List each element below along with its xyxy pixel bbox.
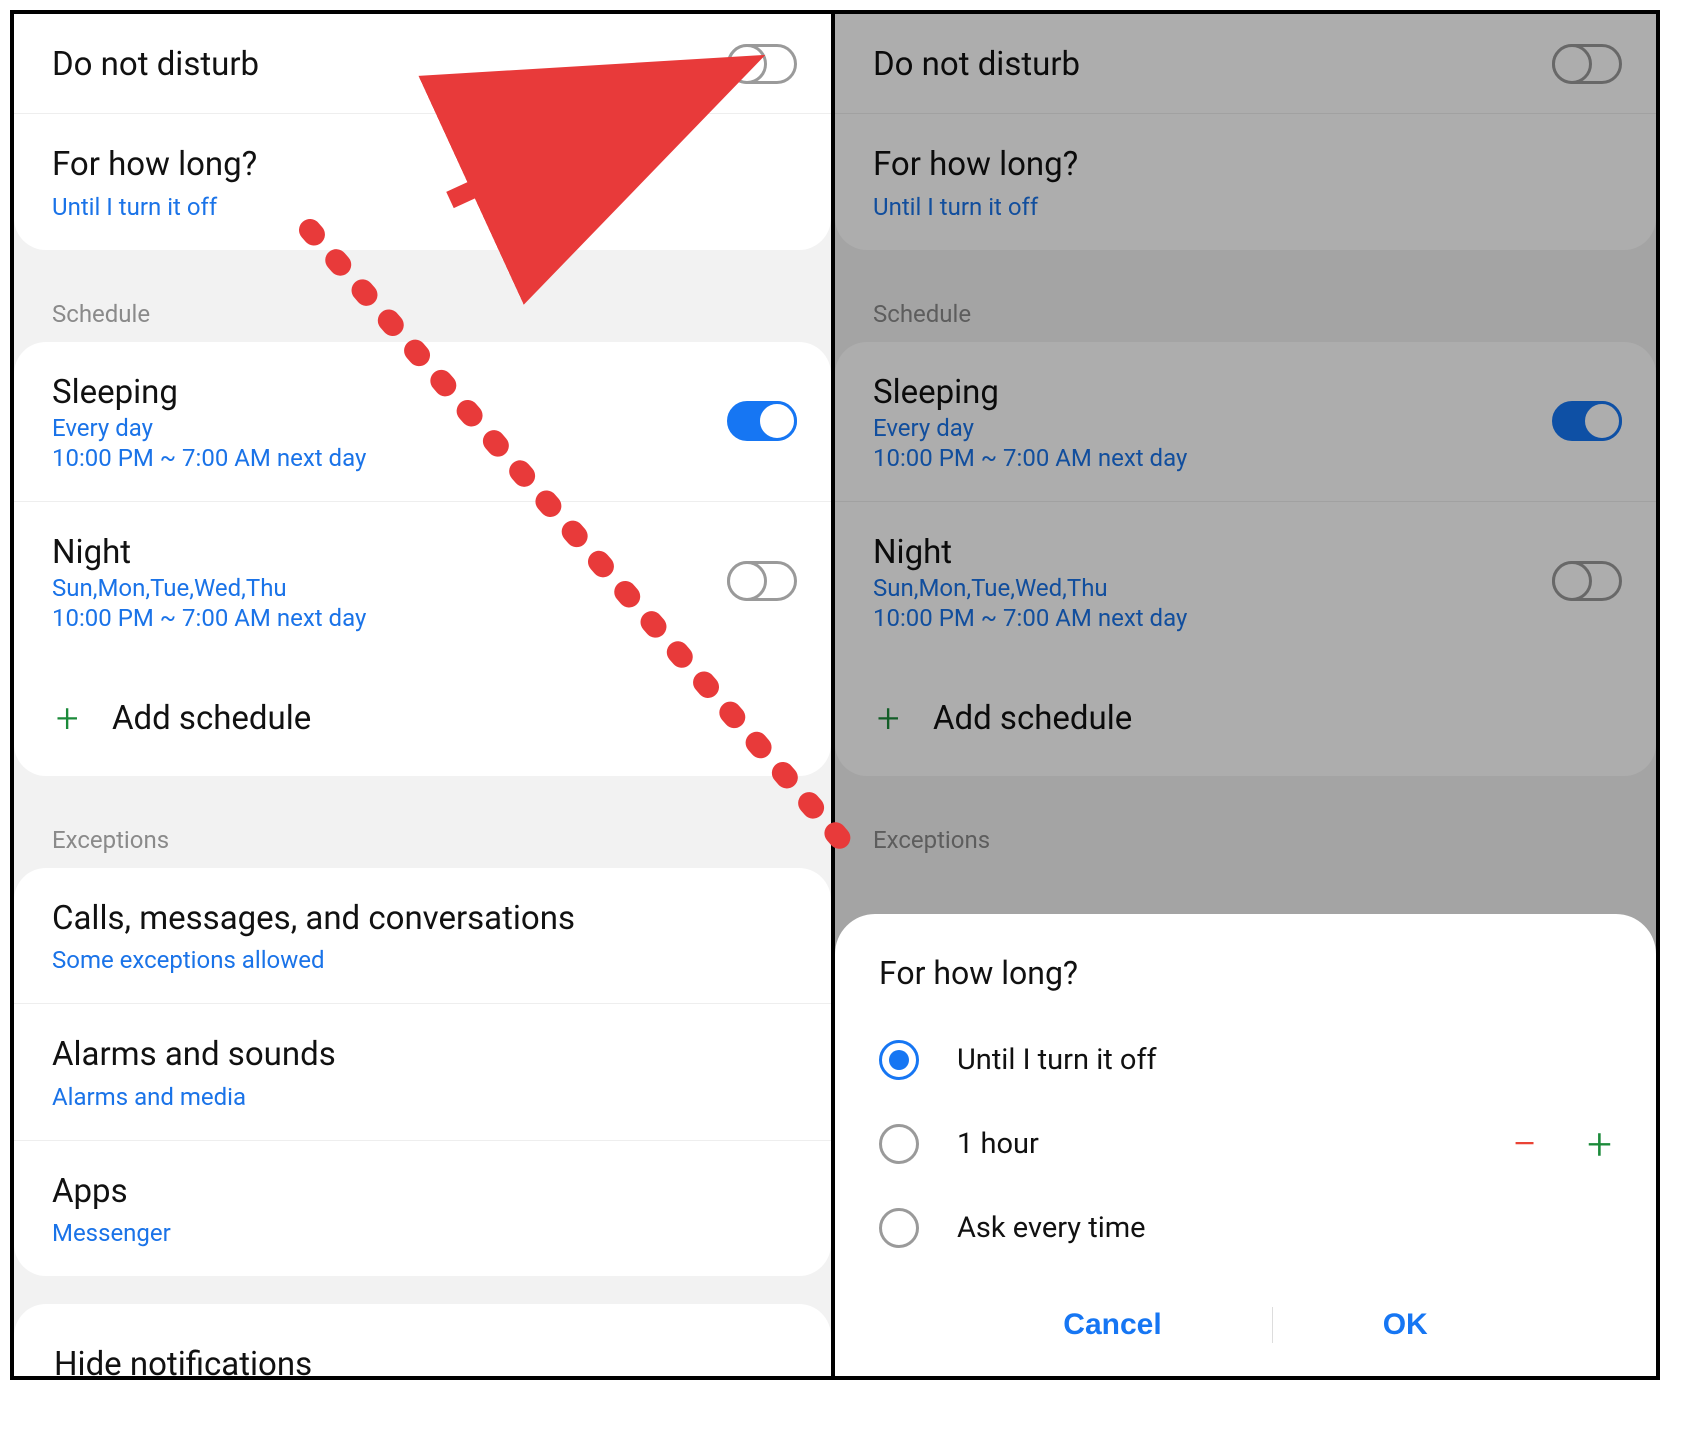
duration-value: Until I turn it off <box>52 192 793 222</box>
dialog-option-ask[interactable]: Ask every time <box>879 1186 1612 1270</box>
schedule-item-days: Sun,Mon,Tue,Wed,Thu <box>52 573 793 603</box>
plus-icon[interactable]: + <box>1587 1118 1612 1170</box>
schedule-item-time: 10:00 PM ~ 7:00 AM next day <box>873 603 1618 633</box>
action-separator <box>1272 1307 1273 1343</box>
exceptions-section-label: Exceptions <box>14 804 831 868</box>
add-schedule-row[interactable]: + Add schedule <box>14 661 831 776</box>
schedule-item-title: Night <box>52 532 793 573</box>
schedule-item-title: Night <box>873 532 1618 573</box>
schedule-toggle-night[interactable] <box>727 561 797 601</box>
schedule-toggle-sleeping[interactable] <box>1552 401 1622 441</box>
hide-notifications-title: Hide notifications <box>54 1344 791 1376</box>
exceptions-card: Calls, messages, and conversations Some … <box>14 868 831 1276</box>
schedule-item-night[interactable]: Night Sun,Mon,Tue,Wed,Thu 10:00 PM ~ 7:0… <box>835 501 1656 661</box>
dnd-toggle-row[interactable]: Do not disturb <box>14 14 831 113</box>
dialog-title: For how long? <box>879 954 1612 992</box>
schedule-item-time: 10:00 PM ~ 7:00 AM next day <box>52 443 793 473</box>
duration-row[interactable]: For how long? Until I turn it off <box>14 113 831 249</box>
dialog-option-until-off[interactable]: Until I turn it off <box>879 1018 1612 1102</box>
exception-title: Alarms and sounds <box>52 1034 793 1075</box>
add-schedule-label: Add schedule <box>933 699 1132 738</box>
dnd-title: Do not disturb <box>52 44 793 85</box>
duration-stepper: − + <box>1512 1118 1612 1170</box>
radio-icon[interactable] <box>879 1124 919 1164</box>
duration-dialog: For how long? Until I turn it off 1 hour… <box>835 914 1656 1376</box>
schedule-item-days: Every day <box>873 413 1618 443</box>
duration-title: For how long? <box>873 144 1618 185</box>
option-label: Until I turn it off <box>957 1043 1157 1077</box>
hide-notifications-row[interactable]: Hide notifications <box>14 1304 831 1376</box>
duration-row[interactable]: For how long? Until I turn it off <box>835 113 1656 249</box>
add-schedule-row[interactable]: + Add schedule <box>835 661 1656 776</box>
schedule-item-days: Sun,Mon,Tue,Wed,Thu <box>873 573 1618 603</box>
schedule-section-label: Schedule <box>14 278 831 342</box>
schedule-item-title: Sleeping <box>52 372 793 413</box>
dialog-option-1-hour[interactable]: 1 hour − + <box>879 1102 1612 1186</box>
exception-apps[interactable]: Apps Messenger <box>14 1140 831 1276</box>
duration-title: For how long? <box>52 144 793 185</box>
exception-sub: Messenger <box>52 1218 793 1248</box>
schedule-item-night[interactable]: Night Sun,Mon,Tue,Wed,Thu 10:00 PM ~ 7:0… <box>14 501 831 661</box>
exception-title: Apps <box>52 1171 793 1212</box>
schedule-item-days: Every day <box>52 413 793 443</box>
dnd-toggle-row[interactable]: Do not disturb <box>835 14 1656 113</box>
exception-alarms[interactable]: Alarms and sounds Alarms and media <box>14 1003 831 1139</box>
minus-icon[interactable]: − <box>1512 1118 1537 1170</box>
schedule-card: Sleeping Every day 10:00 PM ~ 7:00 AM ne… <box>14 342 831 777</box>
schedule-toggle-sleeping[interactable] <box>727 401 797 441</box>
exception-calls[interactable]: Calls, messages, and conversations Some … <box>14 868 831 1003</box>
cancel-button[interactable]: Cancel <box>993 1292 1231 1358</box>
option-label: Ask every time <box>957 1211 1146 1245</box>
schedule-section-label: Schedule <box>835 278 1656 342</box>
schedule-item-sleeping[interactable]: Sleeping Every day 10:00 PM ~ 7:00 AM ne… <box>14 342 831 501</box>
schedule-item-title: Sleeping <box>873 372 1618 413</box>
schedule-item-time: 10:00 PM ~ 7:00 AM next day <box>52 603 793 633</box>
dnd-title: Do not disturb <box>873 44 1618 85</box>
exception-sub: Some exceptions allowed <box>52 945 793 975</box>
dnd-toggle[interactable] <box>727 44 797 84</box>
right-pane: Do not disturb For how long? Until I tur… <box>835 14 1656 1376</box>
radio-icon[interactable] <box>879 1040 919 1080</box>
exception-title: Calls, messages, and conversations <box>52 898 793 939</box>
dnd-card: Do not disturb For how long? Until I tur… <box>835 14 1656 250</box>
duration-value: Until I turn it off <box>873 192 1618 222</box>
add-schedule-label: Add schedule <box>112 699 311 738</box>
option-label: 1 hour <box>957 1127 1039 1161</box>
plus-icon: + <box>877 695 933 742</box>
radio-icon[interactable] <box>879 1208 919 1248</box>
exceptions-section-label: Exceptions <box>835 804 1656 868</box>
exception-sub: Alarms and media <box>52 1082 793 1112</box>
left-pane: Do not disturb For how long? Until I tur… <box>14 14 835 1376</box>
schedule-item-sleeping[interactable]: Sleeping Every day 10:00 PM ~ 7:00 AM ne… <box>835 342 1656 501</box>
dialog-actions: Cancel OK <box>879 1292 1612 1358</box>
plus-icon: + <box>56 695 112 742</box>
dnd-card: Do not disturb For how long? Until I tur… <box>14 14 831 250</box>
schedule-item-time: 10:00 PM ~ 7:00 AM next day <box>873 443 1618 473</box>
ok-button[interactable]: OK <box>1313 1292 1498 1358</box>
dnd-toggle[interactable] <box>1552 44 1622 84</box>
schedule-card: Sleeping Every day 10:00 PM ~ 7:00 AM ne… <box>835 342 1656 777</box>
schedule-toggle-night[interactable] <box>1552 561 1622 601</box>
